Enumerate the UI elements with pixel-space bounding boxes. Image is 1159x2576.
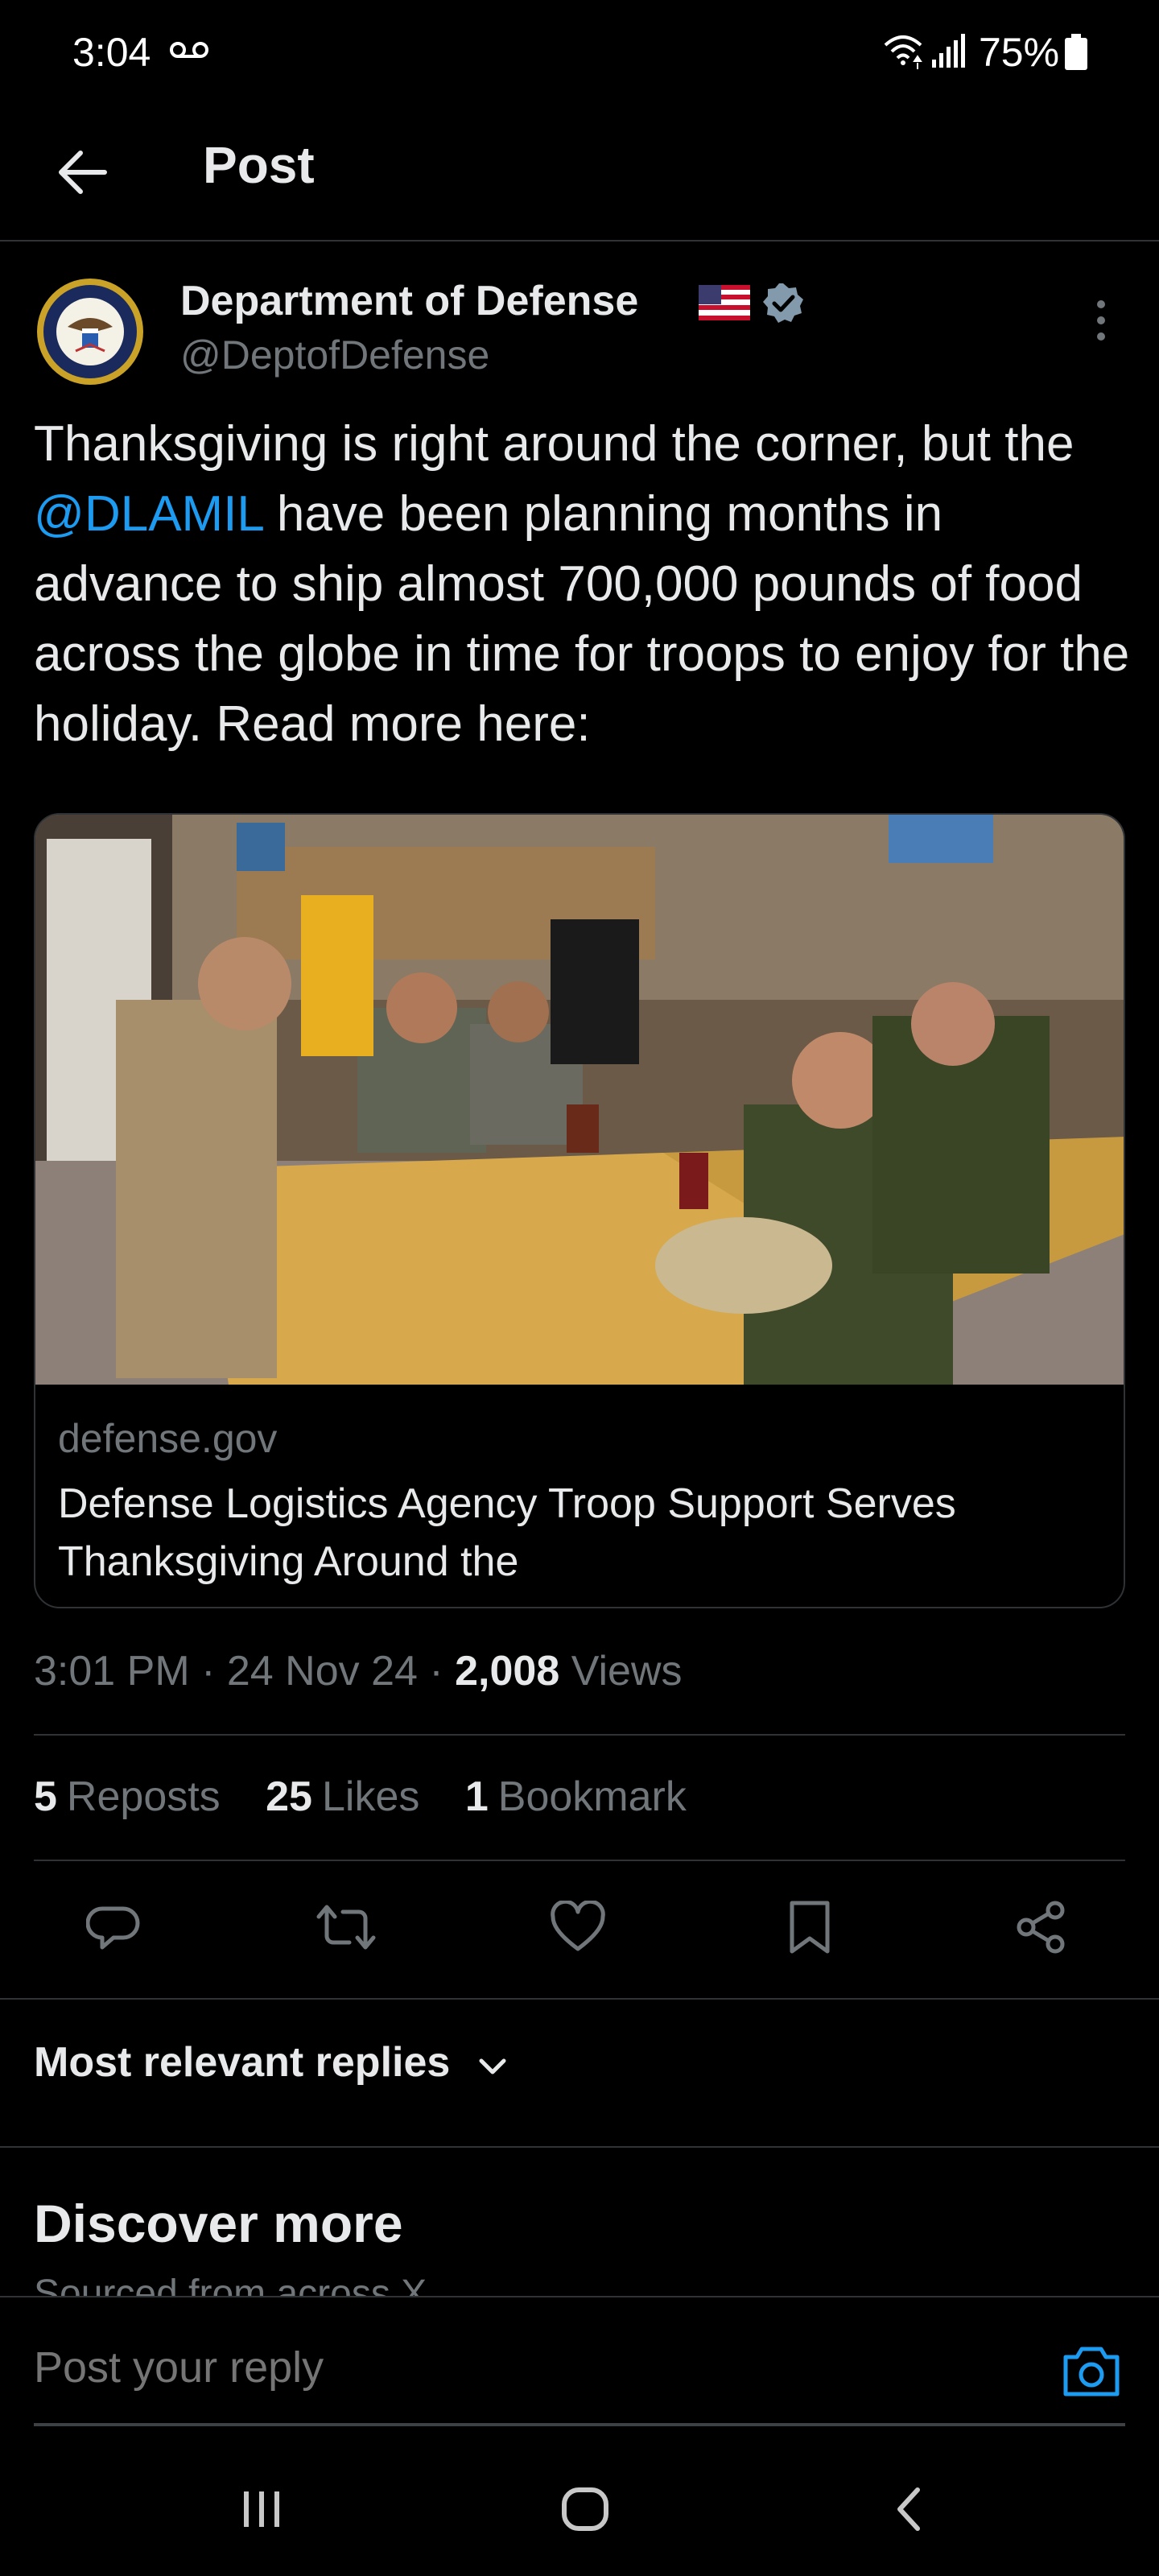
heart-icon <box>551 1901 605 1951</box>
link-preview-card[interactable]: defense.gov Defense Logistics Agency Tro… <box>34 813 1125 1608</box>
likes-stat[interactable]: 25 Likes <box>266 1773 419 1820</box>
divider <box>34 1860 1125 1861</box>
card-image <box>35 815 1124 1385</box>
mention-link[interactable]: @DLAMIL <box>34 486 263 542</box>
likes-label: Likes <box>321 1773 420 1820</box>
views-count[interactable]: 2,008 <box>455 1648 559 1695</box>
post-body: Thanksgiving is right around the corner,… <box>34 409 1136 759</box>
signal-icon <box>932 34 965 68</box>
repost-button[interactable] <box>312 1893 380 1961</box>
us-flag-icon <box>699 285 750 320</box>
voicemail-icon <box>170 42 208 58</box>
reply-input[interactable] <box>34 2343 1000 2392</box>
system-back-button[interactable] <box>872 2473 945 2545</box>
reply-icon <box>86 1906 140 1950</box>
share-button[interactable] <box>1008 1893 1075 1961</box>
replies-sort-dropdown[interactable]: Most relevant replies <box>34 2038 450 2087</box>
divider <box>0 2146 1159 2148</box>
share-icon <box>1017 1901 1065 1954</box>
author-name[interactable]: Department of Defense <box>180 277 638 325</box>
discover-more-title: Discover more <box>34 2194 403 2253</box>
reply-composer <box>0 2296 1159 2433</box>
avatar[interactable] <box>35 277 145 386</box>
post-meta: 3:01 PM · 24 Nov 24 · 2,008 Views <box>34 1648 683 1695</box>
page-title: Post <box>203 136 315 194</box>
home-icon <box>562 2487 608 2531</box>
system-navigation-bar <box>0 2433 1159 2576</box>
home-button[interactable] <box>549 2473 621 2545</box>
battery-percentage: 75% <box>979 30 1060 75</box>
card-title: Defense Logistics Agency Troop Support S… <box>58 1480 956 1585</box>
arrow-left-icon <box>59 151 107 194</box>
post-time: 3:01 PM <box>34 1648 190 1695</box>
battery-icon <box>1065 34 1087 70</box>
status-bar: 3:04 75% <box>0 0 1159 105</box>
chevron-down-icon[interactable] <box>475 2051 510 2083</box>
verified-badge-icon[interactable] <box>761 282 805 325</box>
views-label[interactable]: Views <box>571 1648 683 1695</box>
bookmark-button[interactable] <box>776 1893 843 1961</box>
like-button[interactable] <box>544 1893 612 1961</box>
back-button[interactable] <box>48 138 116 206</box>
reposts-stat[interactable]: 5 Reposts <box>34 1773 221 1820</box>
divider <box>0 1998 1159 2000</box>
repost-icon <box>316 1905 376 1950</box>
divider <box>34 1734 1125 1736</box>
reposts-label: Reposts <box>66 1773 221 1820</box>
bookmarks-count: 1 <box>464 1773 489 1820</box>
bookmark-icon <box>790 1901 830 1954</box>
reply-button[interactable] <box>80 1893 148 1961</box>
recent-apps-button[interactable] <box>225 2473 298 2545</box>
reply-input-underline <box>34 2423 1125 2426</box>
more-options-icon[interactable] <box>1085 296 1117 345</box>
bookmarks-stat[interactable]: 1 Bookmark <box>465 1773 687 1820</box>
engagement-stats: 5 Reposts 25 Likes 1 Bookmark <box>34 1773 720 1821</box>
reposts-count: 5 <box>34 1773 57 1820</box>
bookmarks-label: Bookmark <box>497 1773 687 1820</box>
wifi-icon <box>884 35 922 69</box>
likes-count: 25 <box>266 1773 312 1820</box>
camera-icon[interactable] <box>1058 2338 1125 2405</box>
top-app-bar: Post <box>0 105 1159 242</box>
author-handle[interactable]: @DeptofDefense <box>180 332 489 378</box>
chevron-left-icon <box>897 2487 920 2531</box>
status-time: 3:04 <box>72 30 151 75</box>
post-text-before: Thanksgiving is right around the corner,… <box>34 416 1074 472</box>
post-date: 24 Nov 24 <box>226 1648 418 1695</box>
recent-apps-icon <box>244 2491 279 2527</box>
card-domain: defense.gov <box>58 1416 278 1461</box>
